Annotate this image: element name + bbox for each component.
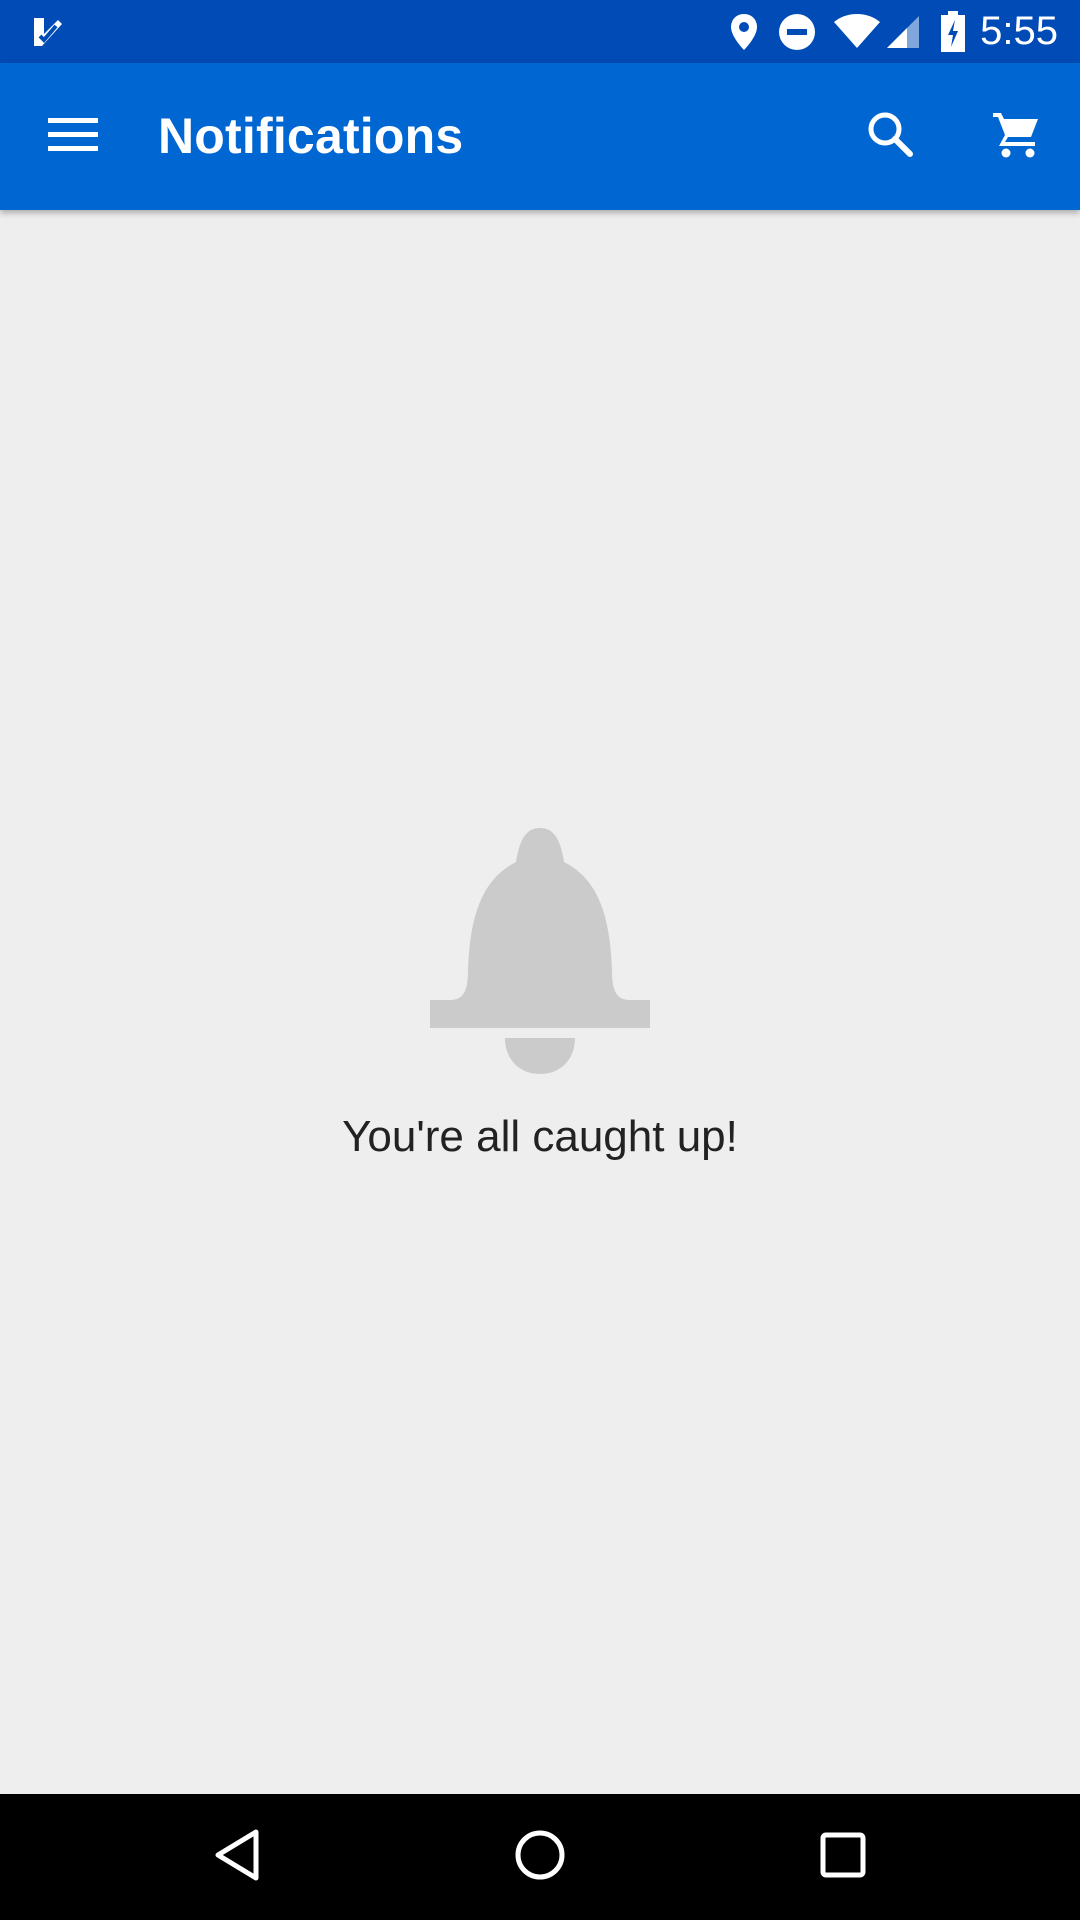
bell-icon: [430, 828, 650, 1074]
empty-message: You're all caught up!: [342, 1112, 738, 1161]
search-button[interactable]: [830, 63, 950, 210]
wifi-icon: [832, 0, 882, 63]
cart-button[interactable]: [956, 63, 1076, 210]
cart-icon: [991, 109, 1041, 164]
home-button[interactable]: [470, 1794, 610, 1920]
app-notification-icon: [28, 0, 68, 63]
cellular-signal-icon: [884, 0, 922, 63]
home-icon: [513, 1828, 567, 1887]
empty-state: You're all caught up!: [0, 820, 1080, 1162]
recents-button[interactable]: [773, 1794, 913, 1920]
navigation-bar: [0, 1794, 1080, 1920]
do-not-disturb-icon: [776, 0, 818, 63]
search-icon: [866, 110, 914, 163]
page-title: Notifications: [158, 108, 464, 164]
menu-icon: [48, 116, 98, 157]
back-icon: [212, 1828, 262, 1887]
location-icon: [728, 0, 760, 63]
notifications-screen: 5:55 Notifications You're all caught up!: [0, 0, 1080, 1920]
battery-charging-icon: [938, 0, 968, 63]
app-bar: Notifications: [0, 63, 1080, 210]
back-button[interactable]: [167, 1794, 307, 1920]
status-time: 5:55: [980, 9, 1058, 53]
status-bar: 5:55: [0, 0, 1080, 63]
menu-button[interactable]: [13, 63, 133, 210]
recents-icon: [819, 1831, 867, 1884]
